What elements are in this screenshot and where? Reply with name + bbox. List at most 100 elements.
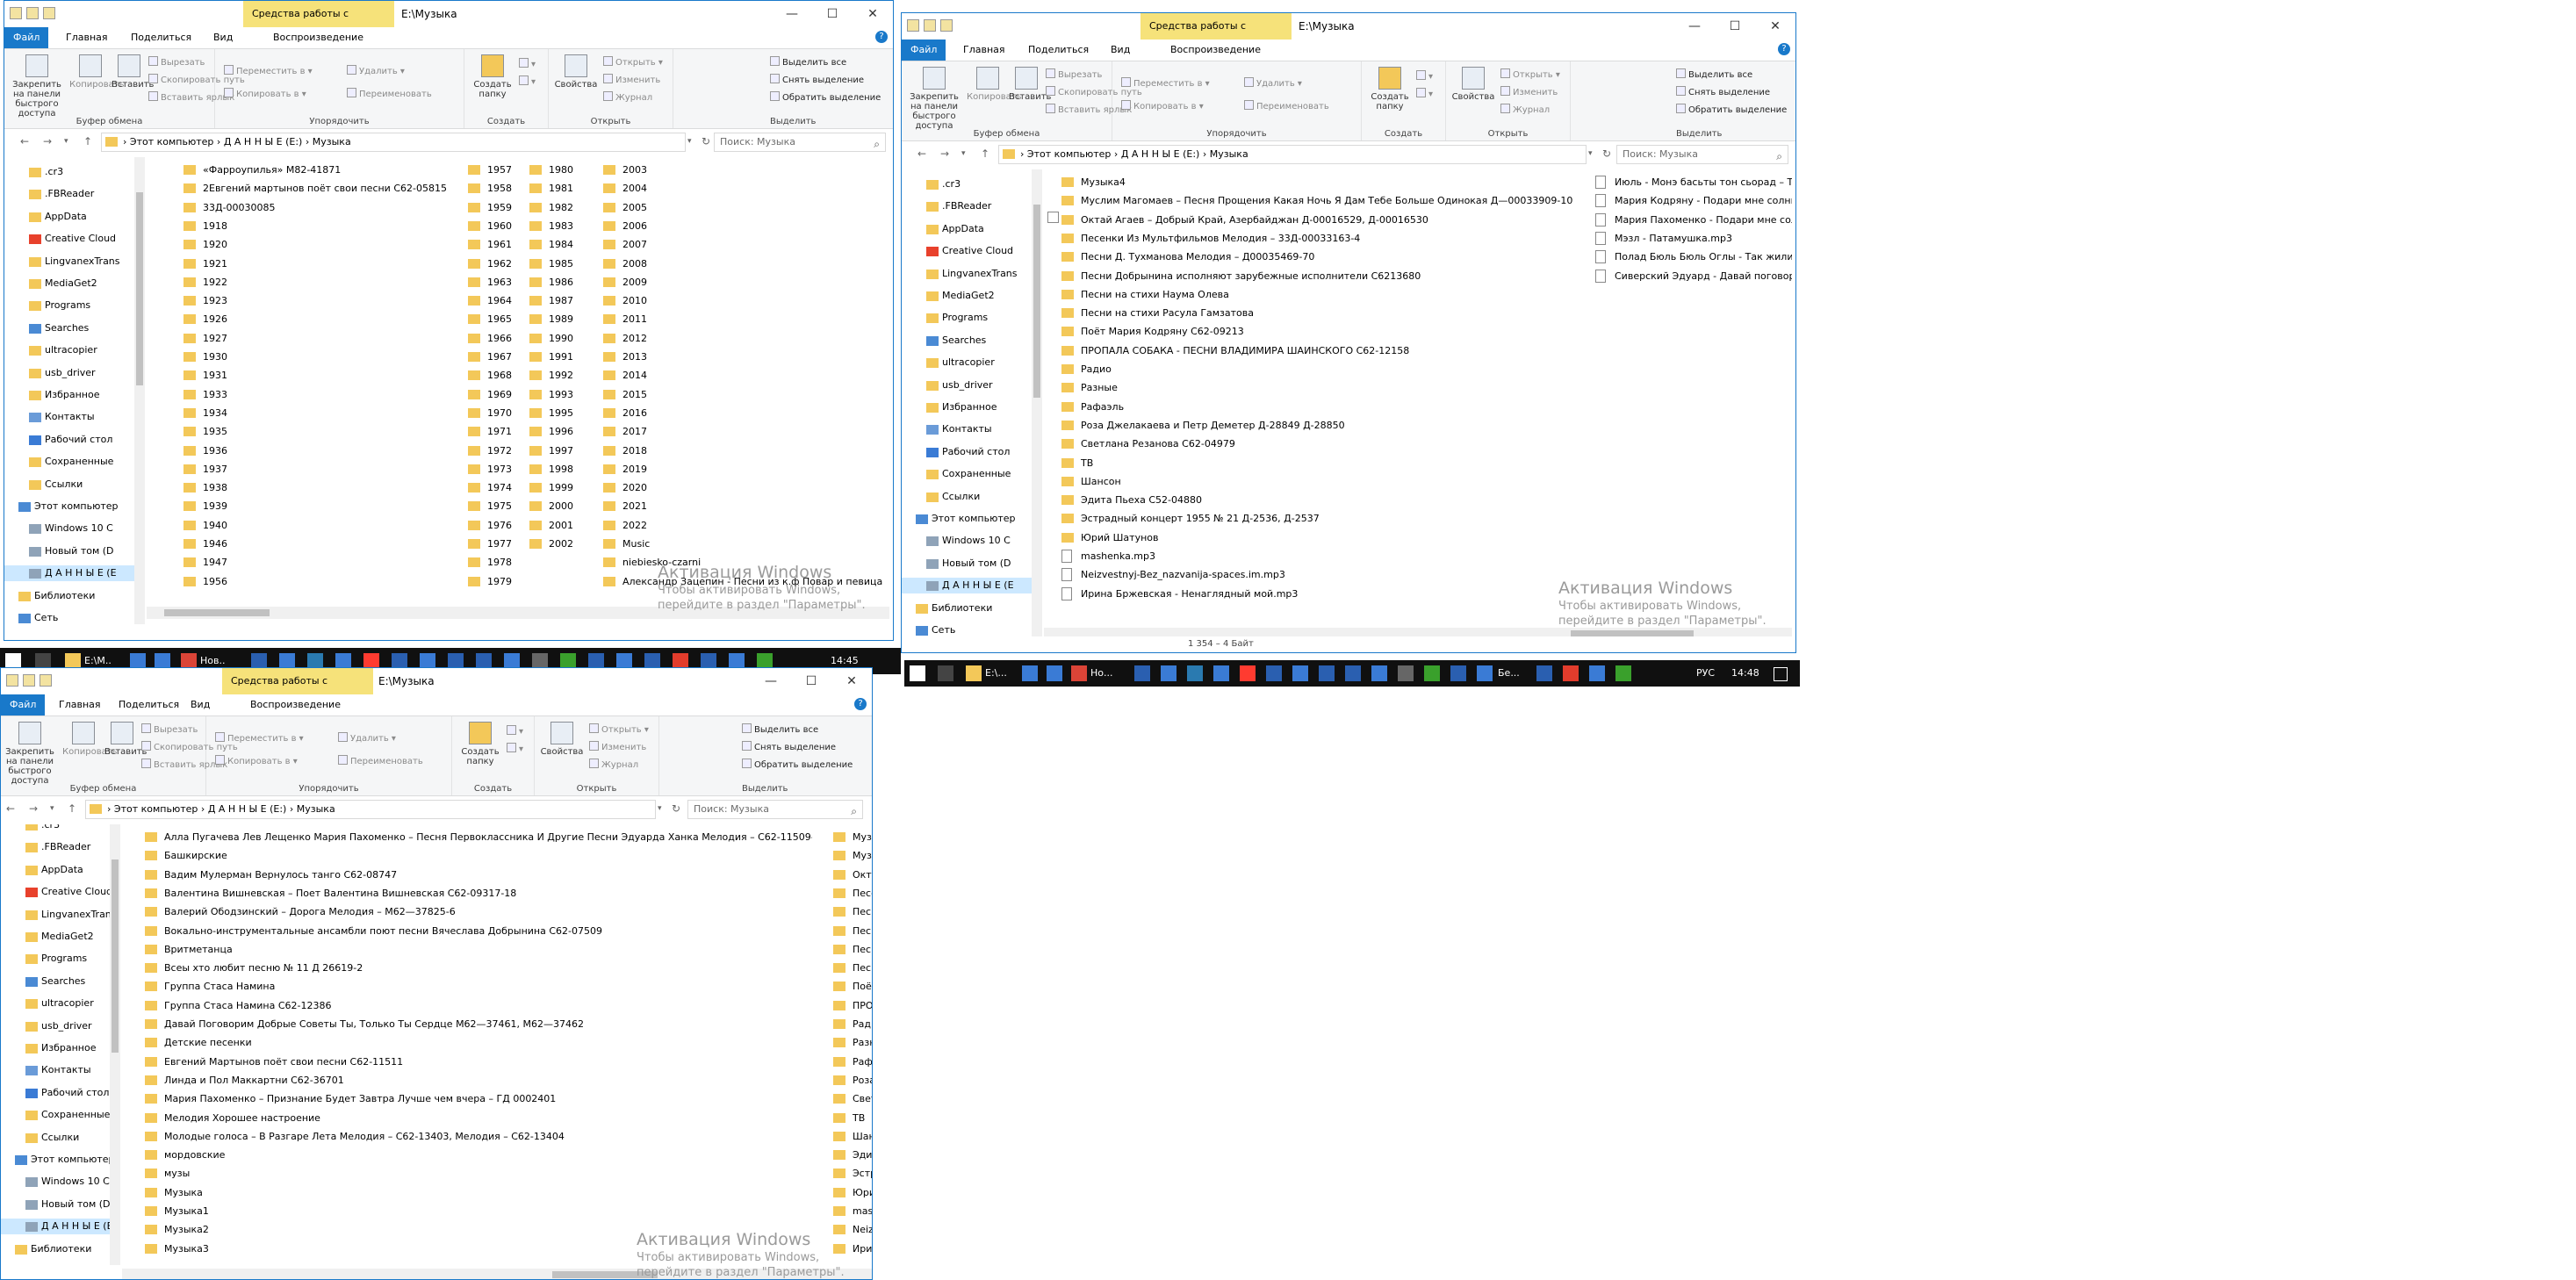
folder-item[interactable]: Шансон [1061,472,1579,491]
folder-item[interactable]: 2013 [603,348,884,366]
refresh-icon[interactable]: ↻ [1602,147,1611,160]
new-item-icon[interactable]: ▾ [507,725,523,737]
chrome-icon[interactable] [1071,665,1087,681]
folder-item[interactable]: Эстрадный концерт 1955 № 21 Д-2536, Д-25… [1061,509,1579,528]
paste-button[interactable]: Вставить [112,54,154,90]
folder-item[interactable]: 1982 [529,198,600,217]
file-item[interactable]: Ирина Бржевская - Ненаглядный мой.mp3 [1061,585,1579,603]
nav-item[interactable]: Рабочий стол [902,444,1032,460]
nav-item[interactable]: Ссылки [4,477,134,493]
folder-item[interactable]: Радио [1061,360,1579,378]
nav-item[interactable]: Контакты [1,1062,110,1078]
file-item[interactable]: Мэзл - Патамушка.mp3 [1595,229,1792,248]
nav-item[interactable]: Избранное [1,1040,110,1056]
folder-item[interactable]: 1966 [468,329,538,348]
task-view-icon[interactable] [938,665,953,681]
new-folder-icon[interactable] [26,7,39,19]
nav-item[interactable]: Рабочий стол [1,1085,110,1101]
tab-play[interactable]: Воспроизведение [1162,40,1270,61]
folder-item[interactable]: Молодые голоса – В Разгаре Лета Мелодия … [145,1127,812,1146]
close-icon[interactable]: ✕ [1755,13,1795,40]
tab-share[interactable]: Поделиться [1019,40,1097,61]
folder-item[interactable]: Музык [833,828,872,846]
properties-icon[interactable] [10,7,22,19]
nav-item[interactable]: Библиотеки [4,588,134,604]
folder-item[interactable]: Песни на стихи Наума Олева [1061,285,1579,304]
delete-button[interactable]: Удалить ▾ [347,65,405,77]
tab-home[interactable]: Главная [57,27,117,48]
nav-item[interactable]: MediaGet2 [902,288,1032,304]
cut-button[interactable]: Вырезать [1046,68,1102,81]
nav-item[interactable]: Сохраненные [4,454,134,470]
folder-item[interactable]: 1975 [468,497,538,515]
help-icon[interactable]: ? [854,698,867,710]
back-icon[interactable]: ← [917,147,926,160]
folder-item[interactable]: Александр Зацепин - Песни из к.ф Повар и… [603,572,884,591]
new-folder-button[interactable]: Создать папку [1369,67,1411,111]
properties-icon[interactable] [6,674,18,687]
open-button[interactable]: Открыть ▾ [1500,68,1560,81]
nav-item[interactable]: Д А Н Н Ы Е (E [902,578,1032,594]
rename-button[interactable]: Переименовать [1244,100,1329,112]
folder-item[interactable]: 1998 [529,460,600,478]
recent-icon[interactable]: ▾ [64,137,68,146]
folder-item[interactable]: 1969 [468,385,538,404]
folder-item[interactable]: 2019 [603,460,884,478]
nav-scrollbar[interactable] [134,157,145,626]
folder-item[interactable]: 1972 [468,442,538,460]
nav-item[interactable]: LingvanexTrans [902,266,1032,282]
folder-item[interactable]: Башкирские [145,846,812,865]
nav-item[interactable]: Сохраненные [1,1107,110,1123]
title-bar[interactable]: Средства работы с музыкой E:\Музыка — ☐ … [1,668,872,713]
nav-item[interactable]: Новый том (D [902,556,1032,572]
tab-view[interactable]: Вид [1102,40,1139,61]
file-item[interactable]: mashenka.mp3 [1061,547,1579,565]
folder-item[interactable]: 2021 [603,497,884,515]
properties-icon[interactable] [907,19,919,32]
move-to-button[interactable]: Переместить в ▾ [1121,77,1210,90]
nav-item[interactable]: Creative Cloud [1,884,110,900]
app-icon[interactable] [1615,665,1631,681]
refresh-icon[interactable]: ↻ [672,802,680,815]
tab-home[interactable]: Главная [954,40,1014,61]
minimize-icon[interactable]: — [1674,13,1715,40]
select-all-button[interactable]: Выделить все [1676,68,1752,81]
close-icon[interactable]: ✕ [853,1,893,27]
folder-item[interactable]: Шансо [833,1127,872,1146]
folder-item[interactable]: niebiesko-czarni [603,553,884,572]
folder-item[interactable]: 2001 [529,516,600,535]
nav-item[interactable]: Ссылки [902,489,1032,505]
nav-scrollbar[interactable] [1032,169,1042,638]
folder-item[interactable]: 1981 [529,179,600,198]
up-icon[interactable]: ↑ [83,135,92,147]
nav-item[interactable]: usb_driver [1,1018,110,1034]
pin-button[interactable]: Закрепить на панели быстрого доступа [905,67,963,131]
folder-item[interactable]: 1983 [529,217,600,235]
nav-item[interactable]: Programs [4,298,134,313]
easy-access-icon[interactable]: ▾ [1416,88,1433,100]
folder-item[interactable]: ПРОП [833,996,872,1015]
address-dropdown-icon[interactable]: ▾ [1588,149,1593,158]
folder-item[interactable]: 2008 [603,255,884,273]
folder-item[interactable]: 1957 [468,161,538,179]
folder-item[interactable]: Группа Стаса Намина С62-12386 [145,996,812,1015]
folder-item[interactable]: Валерий Ободзинский – Дорога Мелодия – М… [145,902,812,921]
app-icon[interactable] [1266,665,1282,681]
file-item[interactable]: Мария Кодряну - Подари мне солнце.m [1595,191,1792,210]
history-button[interactable]: Журнал [603,91,652,104]
delete-button[interactable]: Удалить ▾ [1244,77,1302,90]
nav-item[interactable]: Searches [902,333,1032,349]
minimize-icon[interactable]: — [751,668,791,694]
folder-item[interactable]: 1995 [529,404,600,422]
tab-share[interactable]: Поделиться [122,27,200,48]
app-icon[interactable] [1134,665,1150,681]
address-dropdown-icon[interactable]: ▾ [687,137,692,146]
folder-item[interactable]: 1940 [183,516,464,535]
folder-item[interactable]: 1985 [529,255,600,273]
folder-item[interactable]: 2011 [603,310,884,328]
nav-item[interactable]: .cr3 [4,164,134,180]
folder-item[interactable]: Юрий Шатунов [1061,529,1579,547]
folder-item[interactable]: 2004 [603,179,884,198]
folder-item[interactable]: 2017 [603,422,884,441]
nav-item[interactable]: .FBReader [902,198,1032,214]
